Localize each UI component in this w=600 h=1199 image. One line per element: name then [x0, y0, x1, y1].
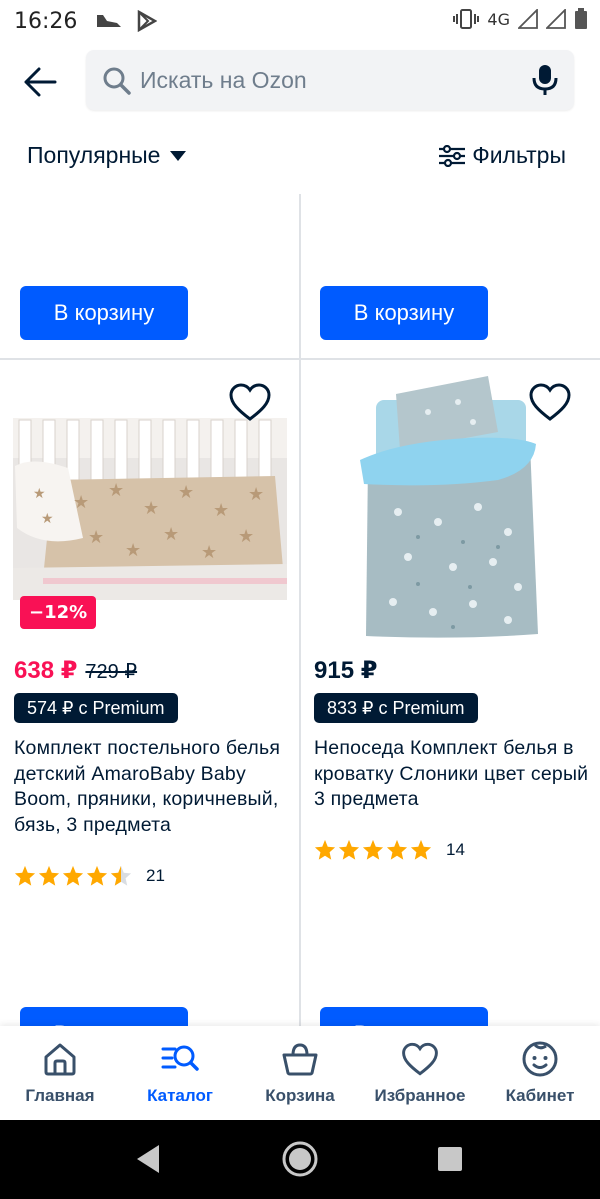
rating-stars [314, 839, 432, 861]
svg-text:★: ★ [41, 511, 54, 527]
caret-down-icon [170, 150, 187, 161]
system-home-icon[interactable] [281, 1140, 319, 1178]
product-grid: В корзину В корзину ★ ★ ★ ★ ★ ★ ★ ★ ★ ★ … [0, 194, 600, 1026]
half-star-icon [110, 865, 132, 886]
premium-price-badge: 574 ₽ с Premium [14, 693, 178, 723]
system-navigation-bar [0, 1120, 600, 1199]
bottom-navigation: Главная Каталог Корзина Избранное Кабине… [0, 1026, 600, 1120]
system-back-icon[interactable] [133, 1142, 163, 1176]
svg-text:★: ★ [248, 484, 264, 505]
sort-label: Популярные [27, 142, 161, 168]
nav-label: Избранное [374, 1086, 466, 1105]
product-image[interactable]: ★ ★ ★ ★ ★ ★ ★ ★ ★ ★ ★ ★ ★ [13, 418, 287, 600]
svg-text:★: ★ [88, 527, 104, 548]
nav-label: Кабинет [505, 1086, 575, 1105]
home-icon [41, 1040, 79, 1078]
nav-item-favorites[interactable]: Избранное [360, 1026, 480, 1120]
svg-text:★: ★ [201, 542, 217, 563]
product-price: 915 ₽ [314, 657, 378, 684]
add-to-cart-button[interactable]: В корзину [20, 1007, 188, 1026]
svg-text:★: ★ [125, 540, 141, 561]
profile-icon [521, 1040, 559, 1078]
sliders-icon [439, 144, 466, 167]
product-card[interactable]: ★ ★ ★ ★ ★ ★ ★ ★ ★ ★ ★ ★ ★ −12% 638 ₽ 729… [0, 360, 300, 1026]
star-icon [362, 839, 384, 860]
svg-text:★: ★ [178, 482, 194, 503]
catalog-icon [161, 1040, 199, 1078]
star-icon [338, 839, 360, 860]
nav-item-home[interactable]: Главная [0, 1026, 120, 1120]
svg-text:★: ★ [143, 498, 159, 519]
premium-price-badge: 833 ₽ с Premium [314, 693, 478, 723]
add-to-cart-button[interactable]: В корзину [320, 286, 488, 340]
old-price: 729 ₽ [85, 661, 138, 683]
star-icon [314, 839, 336, 860]
search-input[interactable] [140, 50, 520, 110]
star-icon [62, 865, 84, 886]
nav-item-profile[interactable]: Кабинет [480, 1026, 600, 1120]
status-time: 16:26 [14, 8, 78, 34]
signal-icon [546, 9, 566, 29]
search-icon [103, 67, 131, 95]
svg-text:★: ★ [33, 486, 46, 502]
shoe-notification-icon [97, 15, 122, 27]
heart-icon [401, 1040, 439, 1078]
rating-stars [14, 865, 132, 887]
favorite-heart-icon[interactable] [528, 382, 572, 422]
svg-text:★: ★ [163, 524, 179, 545]
star-icon [38, 865, 60, 886]
discount-badge: −12% [20, 596, 97, 629]
sort-filter-bar: Популярные Фильтры [0, 120, 600, 194]
product-price: 638 ₽ [14, 657, 78, 684]
cart-icon [281, 1040, 319, 1078]
network-type: 4G [487, 9, 510, 29]
favorite-heart-icon[interactable] [228, 382, 272, 422]
review-count[interactable]: 21 [146, 866, 165, 886]
star-icon [14, 865, 36, 886]
svg-text:★: ★ [238, 526, 254, 547]
search-header [0, 42, 600, 120]
product-image[interactable] [358, 372, 542, 644]
nav-item-catalog[interactable]: Каталог [120, 1026, 240, 1120]
star-icon [386, 839, 408, 860]
sort-button[interactable]: Популярные [27, 142, 187, 169]
back-button[interactable] [18, 60, 62, 104]
review-count[interactable]: 14 [446, 840, 465, 860]
search-box[interactable] [86, 50, 574, 110]
nav-label: Каталог [147, 1086, 213, 1105]
product-card[interactable]: 915 ₽ 833 ₽ с Premium Непоседа Комплект … [300, 360, 600, 1026]
price-row: 638 ₽ 729 ₽ [14, 656, 137, 685]
product-rating: 14 [314, 839, 465, 861]
back-arrow-icon [24, 67, 57, 97]
filter-label: Фильтры [472, 142, 566, 168]
vibrate-icon [453, 9, 480, 29]
star-icon [86, 865, 108, 886]
play-store-icon [138, 10, 158, 32]
add-to-cart-button[interactable]: В корзину [320, 1007, 488, 1026]
svg-text:★: ★ [73, 492, 89, 513]
product-title[interactable]: Непоседа Комплект белья в кроватку Слони… [314, 736, 589, 813]
product-title[interactable]: Комплект постельного белья детский Amaro… [14, 736, 289, 838]
microphone-icon[interactable] [530, 64, 560, 96]
svg-text:★: ★ [213, 500, 229, 521]
nav-item-cart[interactable]: Корзина [240, 1026, 360, 1120]
star-icon [410, 839, 432, 860]
nav-label: Корзина [265, 1086, 335, 1105]
svg-text:★: ★ [108, 480, 124, 501]
price-row: 915 ₽ [314, 656, 377, 685]
signal-icon [518, 9, 538, 29]
add-to-cart-button[interactable]: В корзину [20, 286, 188, 340]
battery-icon [575, 8, 587, 29]
status-bar: 16:26 4G [0, 0, 600, 42]
system-recents-icon[interactable] [437, 1146, 463, 1172]
product-rating: 21 [14, 865, 165, 887]
filter-button[interactable]: Фильтры [438, 142, 566, 169]
nav-label: Главная [25, 1086, 95, 1105]
